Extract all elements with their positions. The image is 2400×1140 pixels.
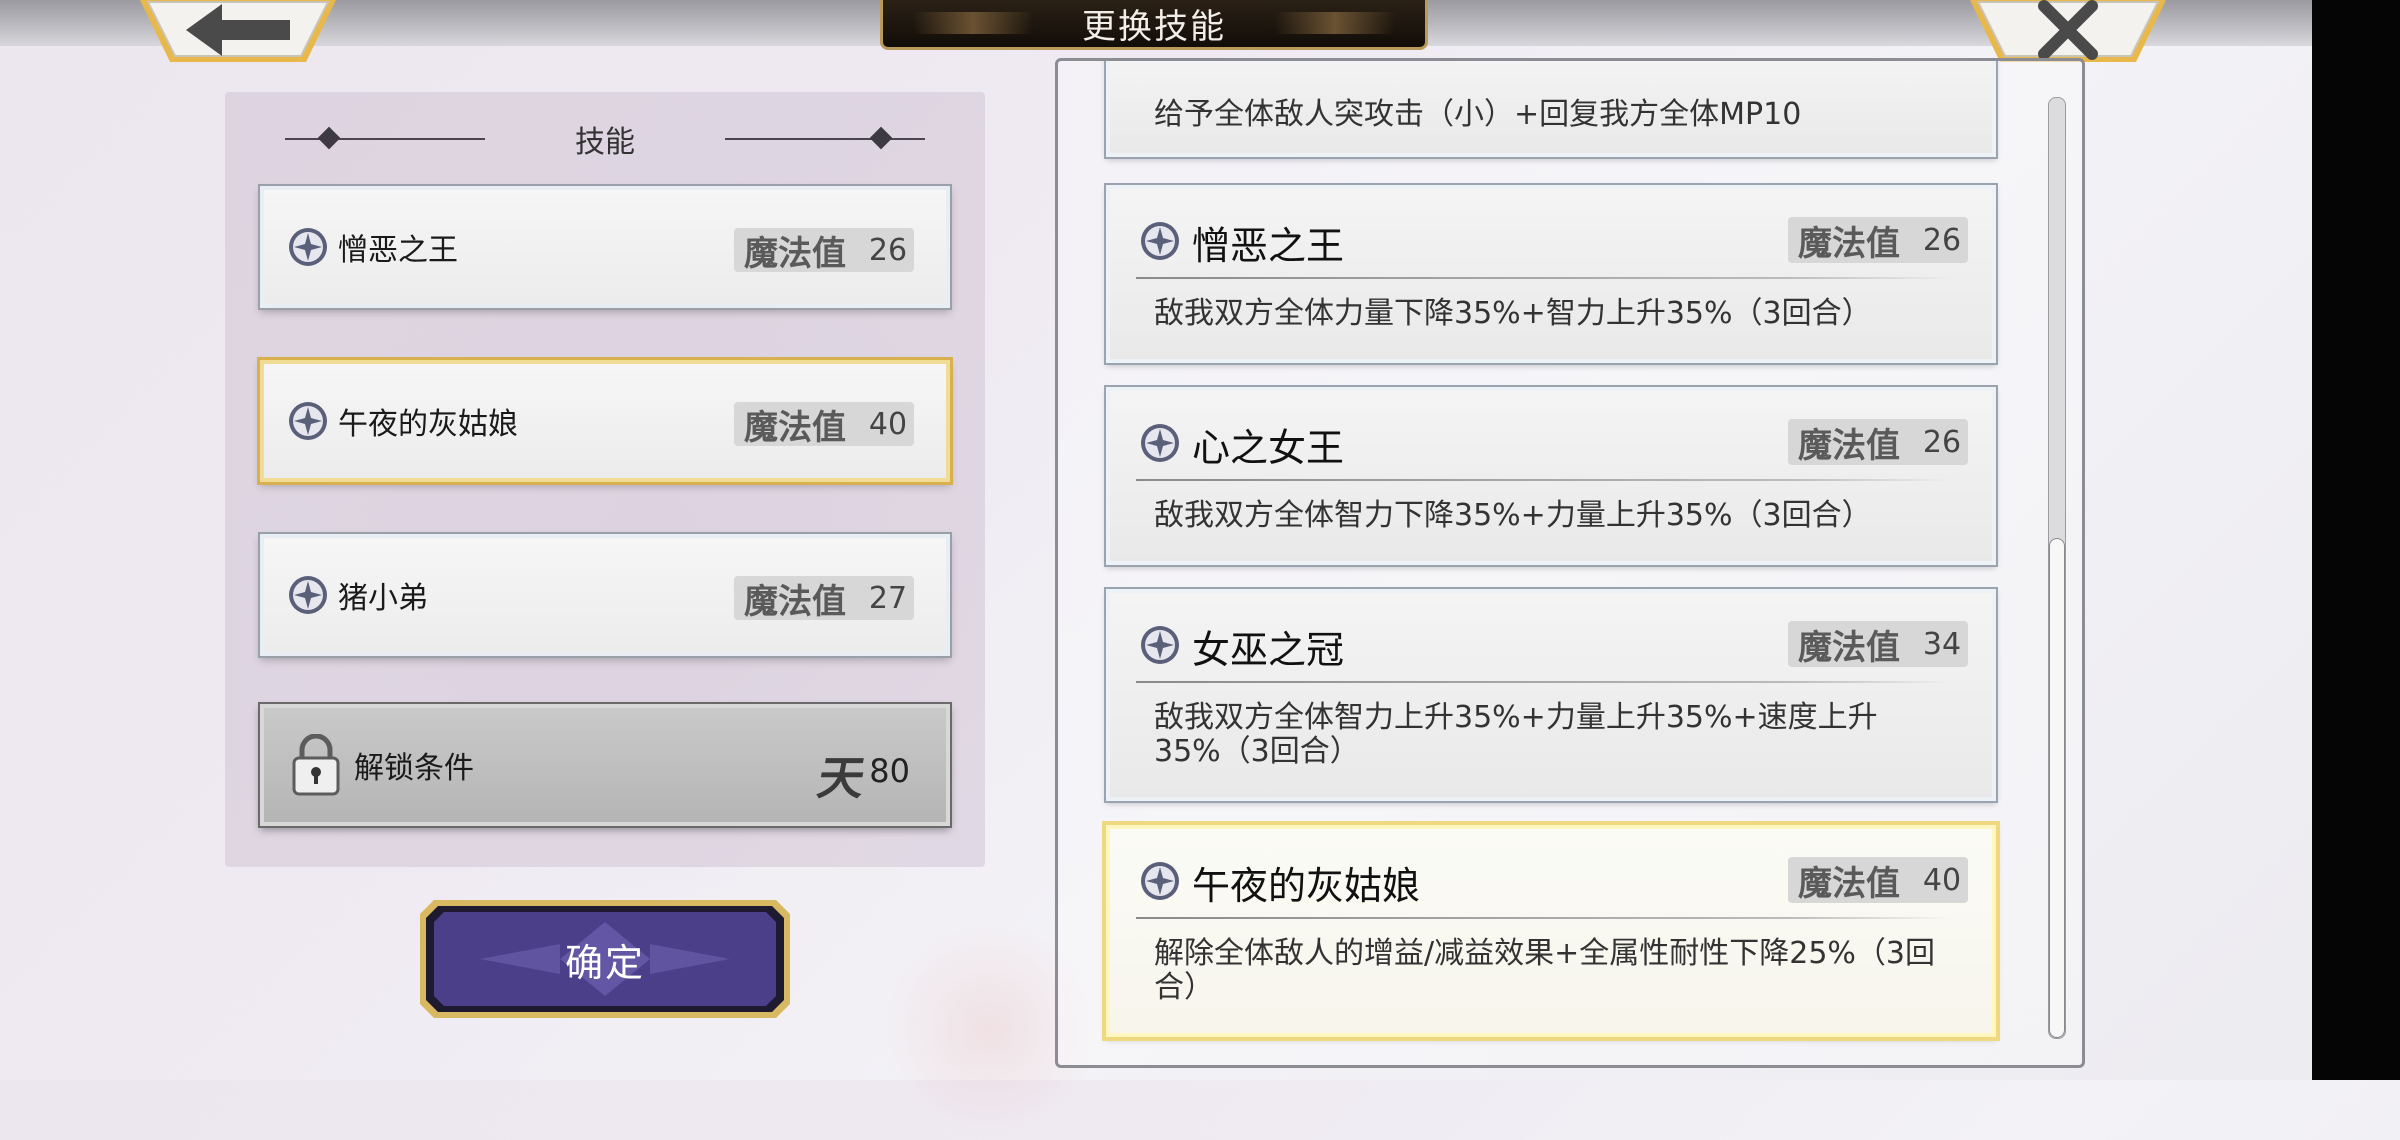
card-divider: [1136, 277, 1952, 279]
mp-value: 26: [868, 232, 908, 268]
ornament-left-icon: [317, 126, 341, 150]
skill-card-partial[interactable]: 给予全体敌人突攻击（小）+回复我方全体MP10: [1106, 61, 1996, 157]
mp-value: 34: [1922, 626, 1962, 662]
mp-value: 27: [868, 580, 908, 616]
skill-name: 女巫之冠: [1192, 628, 1345, 672]
skill-emblem-icon: [289, 402, 327, 440]
page-title: 更换技能: [1082, 7, 1226, 47]
mp-value: 40: [1922, 862, 1962, 898]
skill-name: 午夜的灰姑娘: [338, 407, 518, 442]
skill-card-3[interactable]: 女巫之冠 魔法值 34 敌我双方全体智力上升35%+力量上升35%+速度上升35…: [1106, 589, 1996, 801]
skill-list: 给予全体敌人突攻击（小）+回复我方全体MP10 憎恶之王 魔法值 26 敌我双方…: [1058, 61, 2082, 1065]
title-ornament-right: [1275, 12, 1395, 34]
scrollbar-thumb[interactable]: [2049, 538, 2065, 1038]
mp-value: 26: [1922, 222, 1962, 258]
close-icon: [1970, 0, 2166, 60]
skill-emblem-icon: [289, 576, 327, 614]
mp-label: 魔法值: [744, 407, 846, 448]
screen-edge: [2312, 0, 2400, 1080]
mp-label: 魔法值: [1798, 863, 1900, 904]
mp-cost: 魔法值 26: [1788, 419, 1968, 466]
mp-cost: 魔法值 34: [1788, 621, 1968, 668]
divider-left: [285, 138, 485, 140]
equipped-skills-panel: 技能 憎恶之王 魔法值 26 午夜的灰姑娘 魔法值 40 猪小弟 魔法值 27 …: [225, 92, 985, 867]
lock-icon: [292, 734, 340, 796]
skill-emblem-icon: [1141, 626, 1179, 664]
mp-label: 魔法值: [744, 581, 846, 622]
panel-header: 技能: [225, 114, 985, 164]
skill-name: 憎恶之王: [338, 233, 458, 268]
skill-description: 解除全体敌人的增益/减益效果+全属性耐性下降25%（3回合）: [1154, 936, 1936, 1005]
skill-emblem-icon: [1141, 862, 1179, 900]
skill-name: 心之女王: [1192, 426, 1345, 470]
mp-cost: 魔法值 40: [734, 402, 914, 448]
skill-description: 给予全体敌人突攻击（小）+回复我方全体MP10: [1154, 97, 1802, 132]
mp-value: 40: [868, 406, 908, 442]
unlock-condition-label: 解锁条件: [354, 751, 474, 786]
mp-cost: 魔法值 27: [734, 576, 914, 622]
confirm-label: 确定: [564, 940, 645, 985]
title-plate: 更换技能: [880, 0, 1428, 50]
skill-description: 敌我双方全体智力下降35%+力量上升35%（3回合）: [1154, 498, 1872, 533]
mp-label: 魔法值: [1798, 223, 1900, 264]
mp-cost: 魔法值 26: [734, 228, 914, 274]
mp-label: 魔法值: [1798, 425, 1900, 466]
scrollbar[interactable]: [2048, 97, 2066, 1039]
locked-skill-slot[interactable]: 解锁条件 天 80: [260, 704, 950, 826]
panel-title: 技能: [575, 125, 635, 160]
close-button[interactable]: [1970, 0, 2166, 66]
skill-slot-2[interactable]: 午夜的灰姑娘 魔法值 40: [260, 360, 950, 482]
divider-right: [725, 138, 925, 140]
mp-value: 26: [1922, 424, 1962, 460]
mp-label: 魔法值: [744, 233, 846, 274]
mp-cost: 魔法值 40: [1788, 857, 1968, 904]
title-ornament-left: [913, 12, 1033, 34]
skill-card-4[interactable]: 午夜的灰姑娘 魔法值 40 解除全体敌人的增益/减益效果+全属性耐性下降25%（…: [1106, 825, 1996, 1037]
skill-list-panel[interactable]: 给予全体敌人突攻击（小）+回复我方全体MP10 憎恶之王 魔法值 26 敌我双方…: [1055, 58, 2085, 1068]
skill-description: 敌我双方全体力量下降35%+智力上升35%（3回合）: [1154, 296, 1872, 331]
skill-description: 敌我双方全体智力上升35%+力量上升35%+速度上升35%（3回合）: [1154, 700, 1878, 769]
skill-card-2[interactable]: 心之女王 魔法值 26 敌我双方全体智力下降35%+力量上升35%（3回合）: [1106, 387, 1996, 565]
skill-name: 猪小弟: [338, 581, 428, 616]
skill-card-1[interactable]: 憎恶之王 魔法值 26 敌我双方全体力量下降35%+智力上升35%（3回合）: [1106, 185, 1996, 363]
skill-emblem-icon: [1141, 222, 1179, 260]
skill-emblem-icon: [289, 228, 327, 266]
skill-name: 午夜的灰姑娘: [1192, 864, 1421, 908]
mp-label: 魔法值: [1798, 627, 1900, 668]
skill-emblem-icon: [1141, 424, 1179, 462]
arrow-left-icon: [140, 0, 336, 60]
card-divider: [1136, 917, 1952, 919]
unlock-tier-badge: 天: [813, 751, 870, 805]
unlock-value: 80: [869, 752, 910, 790]
skill-name: 憎恶之王: [1192, 224, 1345, 268]
confirm-button[interactable]: 确定: [420, 900, 790, 1018]
ornament-right-icon: [869, 126, 893, 150]
card-divider: [1136, 681, 1952, 683]
skill-slot-3[interactable]: 猪小弟 魔法值 27: [260, 534, 950, 656]
mp-cost: 魔法值 26: [1788, 217, 1968, 264]
card-divider: [1136, 479, 1952, 481]
skill-slot-1[interactable]: 憎恶之王 魔法值 26: [260, 186, 950, 308]
back-button[interactable]: [140, 0, 336, 66]
